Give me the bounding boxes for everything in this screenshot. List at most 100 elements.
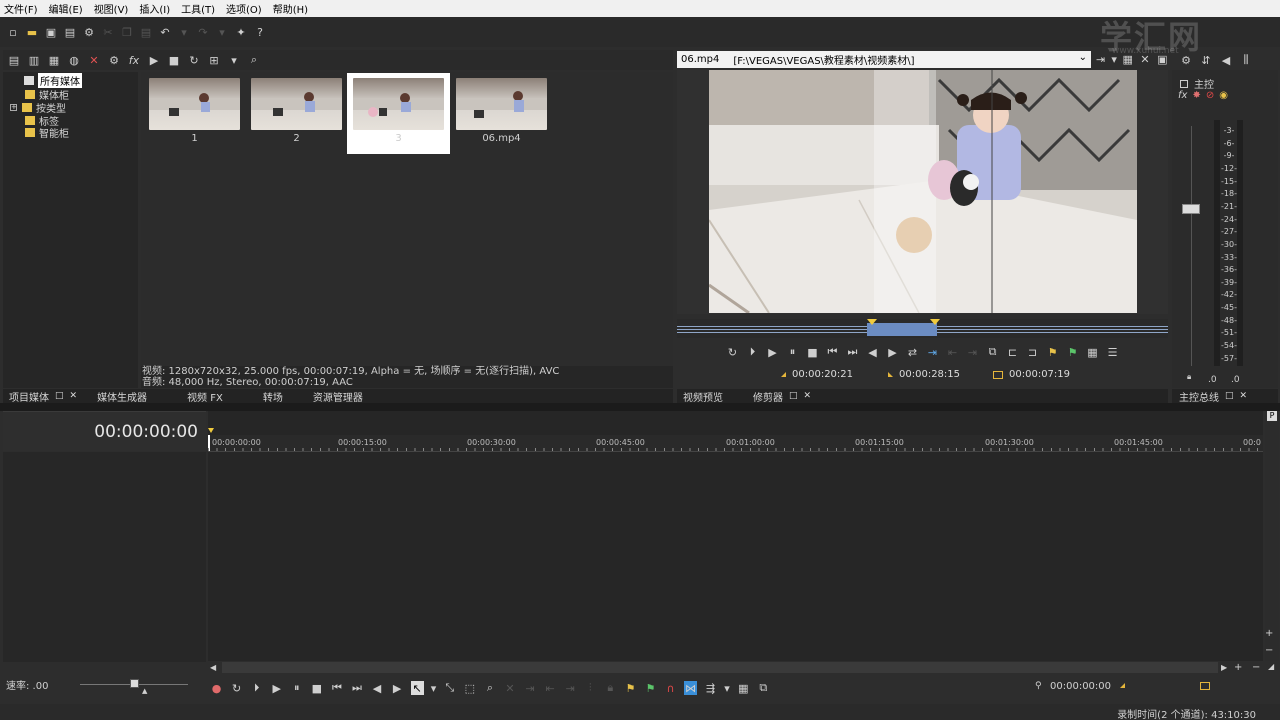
- undo-dropdown-icon[interactable]: ▾: [177, 25, 191, 39]
- go-to-end-icon[interactable]: ⏭: [846, 345, 860, 359]
- add-after-icon[interactable]: ⇥: [966, 345, 980, 359]
- undock-icon[interactable]: □: [55, 391, 64, 401]
- menu-tools[interactable]: 工具(T): [181, 1, 215, 16]
- master-plugin-icon[interactable]: ✸: [1192, 90, 1200, 101]
- stop-preview-icon[interactable]: ■: [167, 53, 181, 67]
- region-marker-icon[interactable]: ⚑: [1066, 345, 1080, 359]
- menu-edit[interactable]: 编辑(E): [49, 1, 83, 16]
- master-properties-icon[interactable]: ⚙: [1179, 53, 1193, 67]
- region-icon[interactable]: ⊏: [1006, 345, 1020, 359]
- cut-icon[interactable]: ✂: [101, 25, 115, 39]
- menu-file[interactable]: 文件(F): [4, 1, 38, 16]
- tab-video-preview[interactable]: 视频预览: [683, 389, 723, 404]
- timeline-ruler[interactable]: 00:00:00:00 00:00:15:00 00:00:30:00 00:0…: [208, 435, 1263, 452]
- playhead-marker[interactable]: [208, 428, 214, 433]
- track-zoom-out-icon[interactable]: −: [1265, 645, 1273, 656]
- delete-dim-icon[interactable]: ✕: [503, 681, 516, 695]
- menu-lines-icon[interactable]: ☰: [1106, 345, 1120, 359]
- split-dim-icon[interactable]: ⫶: [584, 681, 597, 695]
- zoom-out-icon[interactable]: −: [1252, 662, 1260, 673]
- redo-icon[interactable]: ↷: [196, 25, 210, 39]
- play-from-start-icon[interactable]: ⏵: [746, 345, 760, 359]
- tab-trimmer[interactable]: 修剪器 □ ✕: [753, 389, 811, 404]
- import-media-icon[interactable]: ▤: [7, 53, 21, 67]
- speaker-icon[interactable]: ◀: [1219, 53, 1233, 67]
- next-frame-icon[interactable]: ▶: [886, 345, 900, 359]
- media-thumbnail[interactable]: [149, 78, 240, 130]
- go-to-start-icon[interactable]: ⏮: [826, 345, 840, 359]
- snapshot-icon[interactable]: ▦: [1086, 345, 1100, 359]
- capture-video-icon[interactable]: ▥: [27, 53, 41, 67]
- master-lock-icon[interactable]: 🔒︎: [1187, 372, 1191, 382]
- master-fader-handle[interactable]: [1182, 204, 1200, 214]
- trim-dim-icon[interactable]: ⇥: [524, 681, 537, 695]
- views-dropdown-icon[interactable]: ▾: [227, 53, 241, 67]
- stop-icon[interactable]: ■: [310, 681, 323, 695]
- timeline-splitter[interactable]: [0, 403, 1280, 411]
- menu-help[interactable]: 帮助(H): [273, 1, 308, 16]
- master-mute-icon[interactable]: ⊘: [1206, 90, 1214, 101]
- menu-options[interactable]: 选项(O): [226, 1, 262, 16]
- track-zoom-in-icon[interactable]: +: [1265, 628, 1273, 639]
- trim-end-dim-icon[interactable]: ⇥: [564, 681, 577, 695]
- media-thumbnail[interactable]: [456, 78, 547, 130]
- horizontal-scrollbar[interactable]: [222, 662, 1218, 673]
- out-point-marker[interactable]: [930, 319, 940, 325]
- lock-envelopes-icon[interactable]: ▦: [737, 681, 750, 695]
- insert-icon[interactable]: ⇥: [926, 345, 940, 359]
- auto-preview-icon[interactable]: ↻: [187, 53, 201, 67]
- edit-tool-dropdown-icon[interactable]: ▾: [431, 681, 437, 695]
- tab-explorer[interactable]: 资源管理器: [313, 389, 363, 404]
- undo-icon[interactable]: ↶: [158, 25, 172, 39]
- menu-insert[interactable]: 插入(I): [139, 1, 170, 16]
- trimmer-grid-icon[interactable]: ▦: [1121, 53, 1134, 67]
- close-icon[interactable]: ✕: [1240, 391, 1248, 401]
- auto-ripple-icon[interactable]: ⇶: [704, 681, 717, 695]
- remove-unused-icon[interactable]: ◍: [67, 53, 81, 67]
- add-to-timeline-dropdown-icon[interactable]: ▾: [1111, 53, 1117, 67]
- properties-gear-icon[interactable]: ⚙: [82, 25, 96, 39]
- close-icon[interactable]: ✕: [804, 391, 812, 401]
- loop-playback-icon[interactable]: ↻: [230, 681, 243, 695]
- marker-icon[interactable]: ⚑: [1046, 345, 1060, 359]
- media-fx-icon[interactable]: fx: [127, 53, 141, 67]
- menu-view[interactable]: 视图(V): [94, 1, 129, 16]
- tab-project-media[interactable]: 项目媒体 □ ✕: [9, 389, 77, 404]
- master-fx-icon[interactable]: fx: [1178, 90, 1187, 101]
- rate-slider-handle[interactable]: [130, 679, 139, 688]
- stop-icon[interactable]: ■: [806, 345, 820, 359]
- save-icon[interactable]: ▣: [44, 25, 58, 39]
- media-properties-icon[interactable]: ⚙: [107, 53, 121, 67]
- scroll-right-icon[interactable]: ▶: [1221, 663, 1227, 672]
- auto-crossfade-icon[interactable]: ⋈: [684, 681, 698, 695]
- previous-frame-icon[interactable]: ◀: [866, 345, 880, 359]
- envelope-tool-icon[interactable]: ⤡: [443, 681, 456, 695]
- undock-icon[interactable]: □: [1225, 391, 1234, 401]
- in-point-marker[interactable]: [867, 319, 877, 325]
- play-icon[interactable]: ▶: [766, 345, 780, 359]
- tree-item-smart-bins[interactable]: 智能柜: [25, 125, 69, 140]
- scroll-left-icon[interactable]: ◀: [210, 663, 216, 672]
- previous-frame-icon[interactable]: ◀: [371, 681, 384, 695]
- copy-icon[interactable]: ❐: [120, 25, 134, 39]
- master-solo-icon[interactable]: ◉: [1219, 90, 1228, 101]
- render-icon[interactable]: ▤: [63, 25, 77, 39]
- add-to-timeline-icon[interactable]: ⇥: [1094, 53, 1107, 67]
- go-to-end-icon[interactable]: ⏭: [350, 681, 363, 695]
- loop-icon[interactable]: ↻: [726, 345, 740, 359]
- tab-video-fx[interactable]: 视频 FX: [187, 389, 223, 404]
- normal-edit-tool-icon[interactable]: ↖: [410, 681, 424, 695]
- zoom-tool-icon[interactable]: ⌕: [483, 681, 496, 695]
- master-checkbox[interactable]: [1180, 79, 1188, 88]
- ignore-grouping-icon[interactable]: ⧉: [757, 681, 770, 695]
- delete-icon[interactable]: ✕: [87, 53, 101, 67]
- media-thumbnail[interactable]: [251, 78, 342, 130]
- trim-start-dim-icon[interactable]: ⇤: [544, 681, 557, 695]
- trimmer-timeline[interactable]: [677, 319, 1168, 338]
- tab-master-bus[interactable]: 主控总线 □ ✕: [1179, 389, 1247, 404]
- paste-icon[interactable]: ▤: [139, 25, 153, 39]
- pause-icon[interactable]: ⏸: [786, 345, 800, 359]
- trimmer-save-icon[interactable]: ▣: [1156, 53, 1169, 67]
- pause-icon[interactable]: ⏸: [290, 681, 303, 695]
- close-icon[interactable]: ✕: [70, 391, 78, 401]
